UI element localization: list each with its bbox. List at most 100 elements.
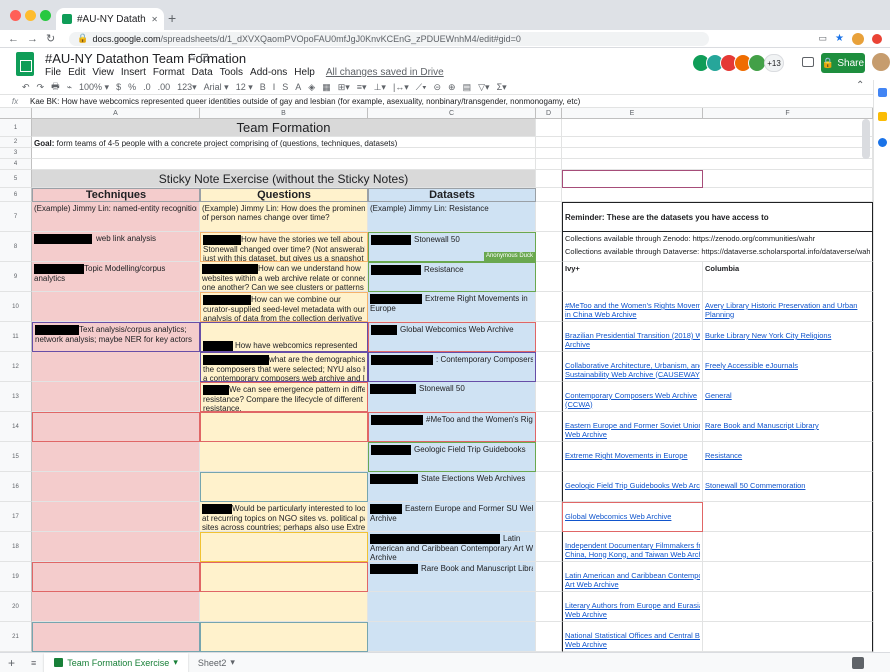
bookmark-star-icon[interactable]: ★ [835, 33, 844, 44]
zoom-window-button[interactable] [40, 10, 51, 21]
dataset-link[interactable]: Web Archive [565, 431, 700, 440]
dataset-link[interactable]: General [705, 392, 870, 401]
empty-cell[interactable] [536, 292, 562, 322]
question-cell[interactable] [200, 562, 368, 592]
dataset-cell[interactable]: Global Webcomics Web Archive [368, 322, 536, 352]
dataset-link[interactable]: Resistance [705, 452, 870, 461]
technique-cell[interactable]: (Example) Jimmy Lin: named-entity recogn… [32, 202, 200, 232]
calendar-icon[interactable] [878, 88, 887, 97]
menu-file[interactable]: File [45, 67, 61, 78]
dataset-link[interactable]: Global Webcomics Web Archive [565, 513, 700, 522]
empty-cell[interactable] [536, 137, 562, 148]
column-heading[interactable]: Questions [200, 188, 368, 202]
toolbar-button[interactable]: ▦ [322, 82, 331, 93]
empty-cell[interactable] [536, 232, 562, 262]
toolbar-button[interactable]: 🖶 [51, 80, 60, 94]
toolbar-button[interactable]: ↶ [22, 82, 30, 93]
menu-data[interactable]: Data [192, 67, 213, 78]
dataset-link-columbia[interactable]: Resistance [703, 442, 873, 472]
toolbar-button[interactable]: ⌁ [67, 82, 72, 93]
empty-cell[interactable] [536, 119, 562, 137]
empty-cell[interactable] [562, 170, 703, 188]
question-cell[interactable] [200, 592, 368, 622]
empty-cell[interactable] [536, 262, 562, 292]
browser-tab[interactable]: #AU-NY Datathon Team Format ✕ [56, 8, 164, 30]
menu-tools[interactable]: Tools [220, 67, 243, 78]
empty-cell[interactable] [32, 148, 536, 159]
technique-cell[interactable] [32, 382, 200, 412]
toolbar-button[interactable]: A [295, 82, 301, 92]
dataset-link[interactable]: Contemporary Composers Web Archive [565, 392, 700, 401]
toolbar-button[interactable]: B [260, 82, 266, 92]
sheet-tab-team-formation[interactable]: Team Formation Exercise ▾ [44, 652, 188, 672]
dataset-cell[interactable]: State Elections Web Archives [368, 472, 536, 502]
dataset-cell[interactable]: (Example) Jimmy Lin: Resistance [368, 202, 536, 232]
toolbar-button[interactable]: ▤ [463, 82, 472, 93]
toolbar-button[interactable]: .0 [143, 82, 151, 92]
dataset-link-columbia[interactable]: General [703, 382, 873, 412]
empty-cell[interactable] [536, 170, 562, 188]
dataset-link-columbia[interactable]: Avery Library Historic Preservation and … [703, 292, 873, 322]
empty-cell[interactable] [32, 159, 536, 170]
dataset-cell[interactable] [368, 622, 536, 652]
dataset-link-ivy[interactable]: Collaborative Architecture, Urbanism, an… [562, 352, 703, 382]
dataset-link-columbia[interactable]: Freely Accessible eJournals [703, 352, 873, 382]
technique-cell[interactable]: web link analysis [32, 232, 200, 262]
dataset-link[interactable]: Geologic Field Trip Guidebooks Web Archi… [565, 482, 700, 491]
row-header[interactable]: 20 [0, 592, 32, 622]
row-header[interactable]: 12 [0, 352, 32, 382]
column-header-e[interactable]: E [562, 108, 703, 119]
question-cell[interactable] [200, 622, 368, 652]
close-window-button[interactable] [10, 10, 21, 21]
empty-cell[interactable] [536, 159, 562, 170]
toolbar-button[interactable]: |↔▾ [393, 82, 409, 93]
dataset-link-columbia[interactable] [703, 622, 873, 652]
dataset-cell[interactable]: Stonewall 50 Anonymous Duck [368, 232, 536, 262]
goal-row[interactable]: Goal: form teams of 4-5 people with a co… [32, 137, 536, 148]
dataset-link-columbia[interactable]: Stonewall 50 Commemoration [703, 472, 873, 502]
dataset-cell[interactable]: Extreme Right Movements in Europe [368, 292, 536, 322]
dataset-link[interactable]: Art Web Archive [565, 581, 700, 590]
technique-cell[interactable] [32, 472, 200, 502]
technique-cell[interactable] [32, 622, 200, 652]
empty-cell[interactable] [562, 159, 873, 170]
dataset-link[interactable]: Avery Library Historic Preservation and … [705, 302, 870, 311]
technique-cell[interactable] [32, 412, 200, 442]
toolbar-button[interactable]: % [128, 82, 136, 92]
toolbar-button[interactable]: ⟋▾ [416, 82, 427, 93]
question-cell[interactable]: How have the stories we tell about Stonew… [200, 232, 368, 262]
dataset-link-ivy[interactable]: Global Webcomics Web Archive [562, 502, 703, 532]
share-button[interactable]: 🔒 Share [821, 53, 865, 73]
dataset-link[interactable]: National Statistical Offices and Central… [565, 632, 700, 641]
row-header[interactable]: 4 [0, 159, 32, 170]
row-header[interactable]: 21 [0, 622, 32, 652]
dataset-link-columbia[interactable] [703, 532, 873, 562]
toolbar-button[interactable]: ⊕ [448, 82, 456, 93]
column-header-b[interactable]: B [200, 108, 368, 119]
vertical-scrollbar[interactable] [862, 119, 870, 159]
dataset-link-columbia[interactable] [703, 562, 873, 592]
tab-close-icon[interactable]: ✕ [151, 15, 158, 24]
row-header[interactable]: 8 [0, 232, 32, 262]
menu-addons[interactable]: Add-ons [250, 67, 287, 78]
empty-cell[interactable] [562, 148, 873, 159]
toolbar-button[interactable]: 100% ▾ [79, 82, 109, 93]
row-header[interactable]: 17 [0, 502, 32, 532]
empty-cell[interactable] [562, 119, 873, 137]
question-cell[interactable]: How have webcomics represented queer i [200, 322, 368, 352]
keep-icon[interactable] [878, 112, 887, 121]
row-header[interactable]: 6 [0, 188, 32, 202]
empty-cell[interactable] [562, 188, 873, 202]
forward-icon[interactable]: → [27, 33, 38, 45]
dataset-link-columbia[interactable]: Rare Book and Manuscript Library [703, 412, 873, 442]
dataset-link-columbia[interactable]: Burke Library New York City Religions [703, 322, 873, 352]
dataset-link-columbia[interactable] [703, 592, 873, 622]
all-sheets-button[interactable]: ≡ [23, 658, 44, 668]
new-tab-button[interactable]: + [168, 10, 176, 26]
tasks-icon[interactable] [878, 138, 887, 147]
technique-cell[interactable] [32, 502, 200, 532]
row-header[interactable]: 11 [0, 322, 32, 352]
dataset-link-ivy[interactable]: Eastern Europe and Former Soviet Union We… [562, 412, 703, 442]
dataset-link[interactable]: Eastern Europe and Former Soviet Union [565, 422, 700, 431]
select-all-corner[interactable] [0, 108, 32, 119]
